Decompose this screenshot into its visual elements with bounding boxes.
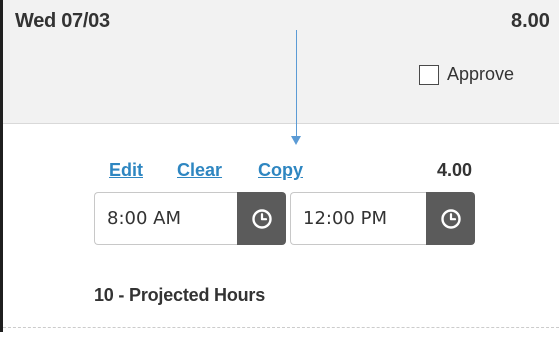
end-time-group [290, 192, 475, 245]
copy-link[interactable]: Copy [258, 160, 303, 181]
annotation-arrow-line [296, 30, 297, 138]
clear-link[interactable]: Clear [177, 160, 222, 181]
annotation-arrow-head [291, 136, 301, 145]
start-time-picker-button[interactable] [237, 192, 286, 245]
day-header: Wed 07/03 8.00 Approve [3, 0, 559, 124]
end-time-picker-button[interactable] [426, 192, 475, 245]
edit-link[interactable]: Edit [109, 160, 143, 181]
start-time-group [94, 192, 286, 245]
day-total-hours: 8.00 [511, 10, 550, 32]
row-divider [3, 327, 559, 328]
day-date-label: Wed 07/03 [15, 10, 110, 32]
approve-control[interactable]: Approve [419, 64, 514, 85]
clock-icon [251, 208, 272, 229]
approve-checkbox[interactable] [419, 64, 439, 85]
start-time-input[interactable] [94, 192, 237, 245]
end-time-input[interactable] [290, 192, 426, 245]
pay-code-label: 10 - Projected Hours [94, 285, 266, 305]
entry-hours: 4.00 [437, 160, 473, 180]
approve-label: Approve [447, 64, 515, 84]
clock-icon [440, 208, 461, 229]
timesheet-day-panel: Wed 07/03 8.00 Approve Edit Clear Copy 4… [0, 0, 559, 337]
